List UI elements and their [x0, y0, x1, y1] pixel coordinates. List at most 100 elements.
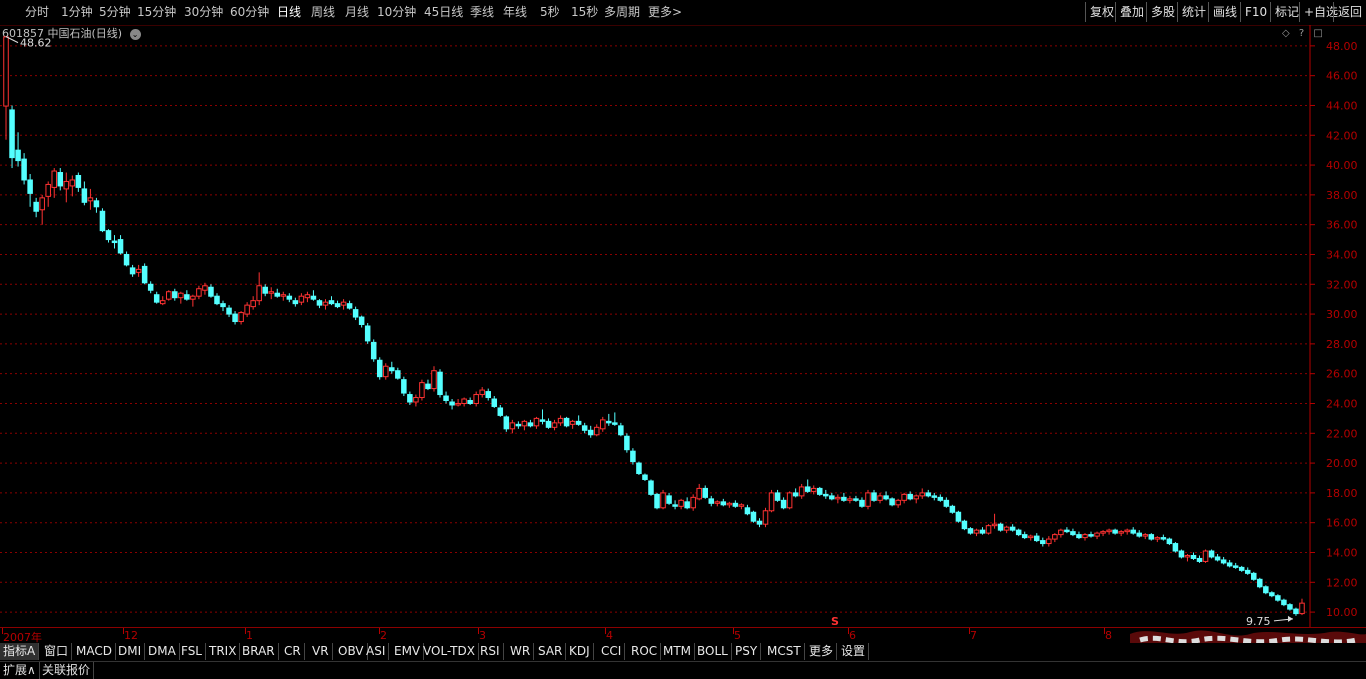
- indicator-tab-25[interactable]: 设置: [838, 643, 870, 660]
- toolbar-button-0[interactable]: 复权: [1085, 2, 1114, 22]
- candle-body: [93, 200, 100, 208]
- bottom-tab-0[interactable]: 扩展∧: [0, 662, 40, 679]
- candle-body: [1166, 538, 1173, 545]
- y-tick-label: 10.00: [1326, 606, 1358, 619]
- toolbar-button-4[interactable]: 画线: [1208, 2, 1237, 22]
- period-tab-13[interactable]: 5秒: [540, 4, 560, 21]
- indicator-tab-7[interactable]: BRAR: [239, 643, 279, 660]
- indicator-tab-20[interactable]: MTM: [660, 643, 696, 660]
- period-tab-9[interactable]: 10分钟: [377, 4, 416, 21]
- high-price-label: 48.62: [20, 37, 52, 50]
- period-tab-6[interactable]: 日线: [277, 4, 301, 21]
- candle-body: [21, 158, 27, 181]
- candle-body: [298, 295, 305, 303]
- indicator-tab-3[interactable]: DMI: [115, 643, 146, 660]
- candle-body: [184, 294, 190, 300]
- bottom-tab-1[interactable]: 关联报价: [39, 662, 95, 679]
- candle-body: [521, 420, 528, 427]
- toolbar-button-3[interactable]: 统计: [1177, 2, 1206, 22]
- candle-body: [1160, 537, 1167, 540]
- y-tick-label: 12.00: [1326, 576, 1358, 589]
- time-label: 8: [1105, 629, 1112, 642]
- period-tab-12[interactable]: 年线: [503, 4, 527, 21]
- candle-body: [804, 486, 811, 492]
- period-tab-4[interactable]: 30分钟: [184, 4, 223, 21]
- period-tab-8[interactable]: 月线: [345, 4, 369, 21]
- indicator-tab-6[interactable]: TRIX: [206, 643, 241, 660]
- candle-body: [750, 511, 757, 522]
- toolbar-button-8[interactable]: 返回: [1333, 2, 1362, 22]
- candle-body: [1106, 529, 1112, 533]
- candle-body: [105, 230, 112, 241]
- indicator-tab-4[interactable]: DMA: [145, 643, 180, 660]
- candle-body: [1251, 572, 1257, 580]
- period-tab-15[interactable]: 多周期: [604, 4, 640, 21]
- candle-body: [172, 291, 178, 299]
- candle-body: [497, 407, 504, 416]
- period-tab-0[interactable]: 分时: [25, 4, 49, 21]
- y-tick-label: 18.00: [1326, 487, 1358, 500]
- candle-body: [515, 423, 522, 427]
- candle-body: [1142, 534, 1149, 537]
- indicator-tab-13[interactable]: VOL-TDX: [420, 643, 479, 660]
- candle-body: [714, 501, 721, 504]
- indicator-tab-0[interactable]: 指标A: [0, 643, 40, 660]
- candle-body: [129, 267, 136, 275]
- candle-body: [865, 492, 871, 507]
- indicator-tab-15[interactable]: WR: [507, 643, 535, 660]
- candle-body: [1027, 535, 1034, 539]
- period-tab-1[interactable]: 1分钟: [61, 4, 93, 21]
- candle-body: [15, 149, 21, 162]
- candle-body: [1257, 578, 1263, 588]
- period-tab-2[interactable]: 5分钟: [99, 4, 131, 21]
- indicator-tab-19[interactable]: ROC: [628, 643, 662, 660]
- candle-body: [1263, 586, 1269, 594]
- indicator-tab-23[interactable]: MCST: [764, 643, 805, 660]
- candle-body: [262, 286, 268, 294]
- candle-body: [859, 499, 865, 507]
- kline-chart[interactable]: 48.00 46.00 44.00 42.00 40.00 38.00 36.00 34.00…: [0, 25, 1366, 627]
- toolbar-button-1[interactable]: 叠加: [1115, 2, 1144, 22]
- candle-body: [1214, 556, 1221, 561]
- period-tab-14[interactable]: 15秒: [571, 4, 598, 21]
- indicator-tab-9[interactable]: VR: [309, 643, 333, 660]
- indicator-tab-1[interactable]: 窗口: [41, 643, 73, 660]
- y-tick-label: 42.00: [1326, 129, 1358, 142]
- toolbar-button-6[interactable]: 标记: [1270, 2, 1299, 22]
- candle-body: [871, 492, 877, 501]
- y-tick-label: 32.00: [1326, 278, 1358, 291]
- indicator-tab-22[interactable]: PSY: [732, 643, 762, 660]
- candle-body: [1100, 531, 1106, 534]
- period-tab-11[interactable]: 季线: [470, 4, 494, 21]
- candle-body: [973, 529, 980, 534]
- period-tab-3[interactable]: 15分钟: [137, 4, 176, 21]
- indicator-tab-5[interactable]: FSL: [178, 643, 206, 660]
- period-tab-7[interactable]: 周线: [311, 4, 335, 21]
- candle-body: [376, 359, 383, 378]
- indicator-tab-21[interactable]: BOLL: [694, 643, 732, 660]
- indicator-tab-14[interactable]: RSI: [477, 643, 504, 660]
- indicator-tab-11[interactable]: ASI: [363, 643, 390, 660]
- indicator-tab-2[interactable]: MACD: [73, 643, 116, 660]
- indicator-tab-16[interactable]: SAR: [535, 643, 567, 660]
- candle-body: [792, 492, 799, 497]
- toolbar-button-5[interactable]: F10: [1240, 2, 1267, 22]
- time-label: 7: [970, 629, 977, 642]
- toolbar-button-2[interactable]: 多股: [1146, 2, 1175, 22]
- candle-body: [1130, 529, 1136, 534]
- period-tab-5[interactable]: 60分钟: [230, 4, 269, 21]
- period-tab-10[interactable]: 45日线: [424, 4, 463, 21]
- candle-body: [274, 292, 281, 297]
- candle-body: [937, 496, 944, 501]
- period-tab-16[interactable]: 更多>: [648, 4, 682, 21]
- candle-body: [63, 180, 70, 190]
- indicator-tab-24[interactable]: 更多: [806, 643, 838, 660]
- candle-body: [587, 429, 594, 436]
- y-tick-label: 40.00: [1326, 159, 1358, 172]
- indicator-tab-18[interactable]: CCI: [598, 643, 626, 660]
- candle-body: [45, 183, 51, 197]
- indicator-tab-17[interactable]: KDJ: [566, 643, 594, 660]
- candle-body: [985, 525, 992, 534]
- indicator-tab-8[interactable]: CR: [281, 643, 305, 660]
- candle-body: [220, 303, 226, 308]
